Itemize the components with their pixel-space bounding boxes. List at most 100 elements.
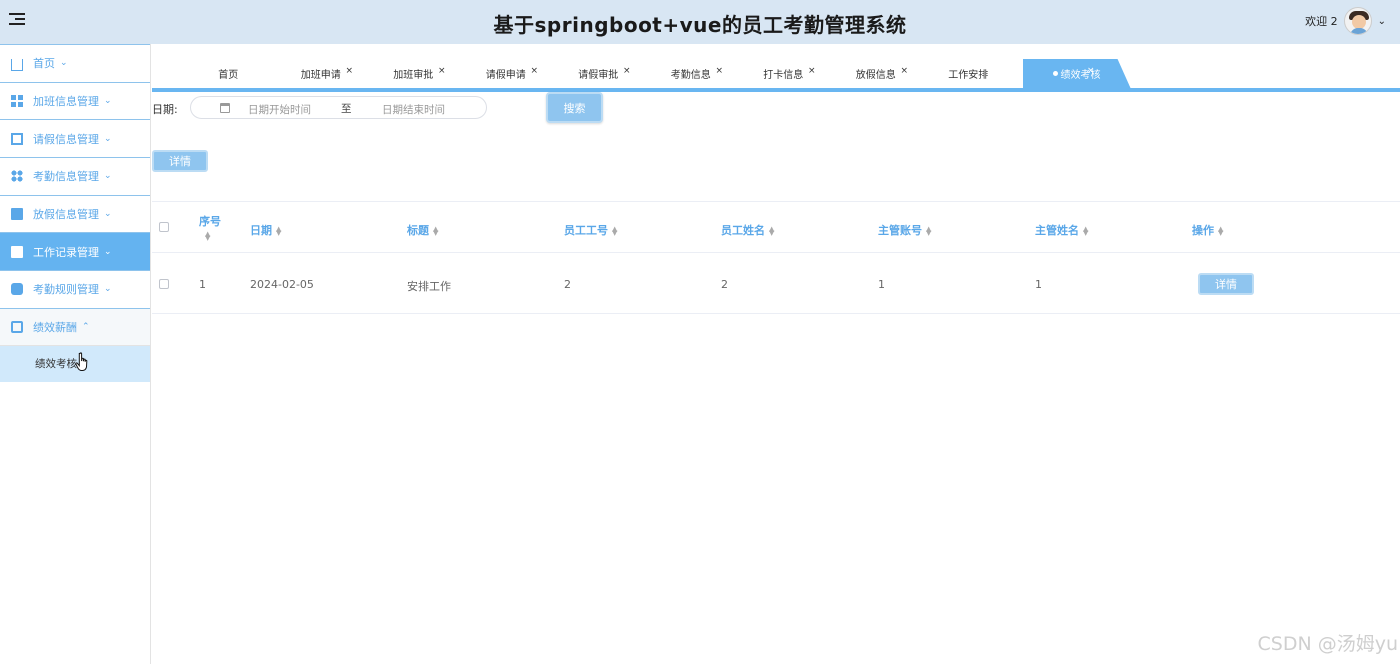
sidebar-subitem-label: 绩效考核 xyxy=(35,358,77,370)
tab-overtime-approve[interactable]: 加班审批 × xyxy=(367,59,460,88)
cell-emp-no: 2 xyxy=(564,278,571,291)
column-header-emp-name[interactable]: 员工姓名 ▲ ▼ xyxy=(721,222,774,238)
column-header-mgr-account[interactable]: 主管账号 ▲ ▼ xyxy=(878,222,931,238)
cell-mgr-account: 1 xyxy=(878,278,885,291)
badge-icon xyxy=(11,320,23,333)
tab-holiday-info[interactable]: 放假信息 × xyxy=(830,59,923,88)
column-header-emp-no[interactable]: 员工工号 ▲ ▼ xyxy=(564,222,617,238)
search-button[interactable]: 搜索 xyxy=(546,92,603,123)
row-checkbox[interactable] xyxy=(159,279,169,289)
sidebar-item-label: 绩效薪酬 xyxy=(33,320,77,334)
date-filter-label: 日期: xyxy=(152,103,178,116)
select-all-checkbox[interactable] xyxy=(159,222,169,232)
sidebar: 首页 ⌄ 加班信息管理 ⌄ 请假信息管理 ⌄ 考勤信息管理 ⌄ 放假信息管理 ⌄… xyxy=(0,44,151,664)
active-dot-icon xyxy=(1052,71,1058,76)
table-row: 1 2024-02-05 安排工作 2 2 1 1 详情 xyxy=(152,252,1400,314)
close-icon[interactable]: × xyxy=(623,66,631,76)
close-icon[interactable]: × xyxy=(1087,66,1095,76)
column-header-index[interactable]: 序号 ▲ ▼ xyxy=(199,213,221,242)
dots-icon xyxy=(11,170,23,183)
close-icon[interactable]: × xyxy=(715,66,723,76)
column-header-date[interactable]: 日期 ▲ ▼ xyxy=(250,222,281,238)
sidebar-item-label: 请假信息管理 xyxy=(33,132,99,146)
tab-label: 加班申请 xyxy=(300,70,341,81)
date-range-picker[interactable]: 日期开始时间 至 日期结束时间 xyxy=(190,96,487,119)
sidebar-item-leave[interactable]: 请假信息管理 ⌄ xyxy=(0,119,150,158)
close-icon[interactable]: × xyxy=(900,66,908,76)
cell-emp-name: 2 xyxy=(721,278,728,291)
chevron-up-icon: ⌃ xyxy=(82,321,90,332)
chevron-down-icon: ⌄ xyxy=(104,133,112,144)
sort-icon[interactable]: ▲ ▼ xyxy=(769,226,774,237)
tab-bar: 首页 加班申请 × 加班审批 × 请假申请 × 请假审批 × 考勤信息 × 打卡… xyxy=(152,59,1400,92)
sidebar-item-performance[interactable]: 绩效薪酬 ⌃ xyxy=(0,307,150,346)
hand-cursor-icon xyxy=(75,351,88,371)
tab-leave-approve[interactable]: 请假审批 × xyxy=(552,59,645,88)
row-detail-button[interactable]: 详情 xyxy=(1198,273,1254,295)
sidebar-item-label: 放假信息管理 xyxy=(33,208,99,222)
sidebar-item-work-record[interactable]: 工作记录管理 ⌄ xyxy=(0,232,150,271)
chevron-down-icon: ⌄ xyxy=(104,284,112,295)
avatar[interactable] xyxy=(1343,7,1372,35)
tab-performance-review[interactable]: 绩效考核 × xyxy=(1022,59,1131,88)
user-menu[interactable]: 欢迎 2 ⌄ xyxy=(1305,5,1386,37)
sort-icon[interactable]: ▲ ▼ xyxy=(926,226,931,237)
close-icon[interactable]: × xyxy=(438,66,446,76)
chevron-down-icon[interactable]: ⌄ xyxy=(1378,16,1386,27)
tab-leave-apply[interactable]: 请假申请 × xyxy=(460,59,553,88)
tab-underline xyxy=(152,88,1400,92)
close-icon[interactable]: × xyxy=(808,66,816,76)
tab-label: 首页 xyxy=(218,70,239,81)
tab-attendance-info[interactable]: 考勤信息 × xyxy=(645,59,738,88)
sidebar-item-label: 考勤规则管理 xyxy=(33,283,99,297)
column-header-action[interactable]: 操作 ▲ ▼ xyxy=(1192,222,1223,238)
sort-icon[interactable]: ▲ ▼ xyxy=(1218,226,1223,237)
sidebar-item-home[interactable]: 首页 ⌄ xyxy=(0,44,150,82)
sidebar-item-label: 首页 xyxy=(33,57,55,71)
sort-icon[interactable]: ▲ ▼ xyxy=(205,231,210,242)
watermark: CSDN @汤姆yu xyxy=(1257,633,1399,655)
sidebar-item-attendance[interactable]: 考勤信息管理 ⌄ xyxy=(0,157,150,195)
tab-label: 绩效考核 xyxy=(1060,70,1101,81)
welcome-text: 欢迎 2 xyxy=(1305,15,1338,28)
column-header-mgr-name[interactable]: 主管姓名 ▲ ▼ xyxy=(1035,222,1088,238)
tab-clock-info[interactable]: 打卡信息 × xyxy=(737,59,830,88)
sidebar-item-label: 加班信息管理 xyxy=(33,95,99,109)
app-title: 基于springboot+vue的员工考勤管理系统 xyxy=(493,13,907,37)
chevron-down-icon: ⌄ xyxy=(104,96,112,107)
sidebar-item-holiday[interactable]: 放假信息管理 ⌄ xyxy=(0,194,150,233)
sidebar-item-label: 工作记录管理 xyxy=(33,245,99,259)
tab-overtime-apply[interactable]: 加班申请 × xyxy=(275,59,368,88)
top-header: 基于springboot+vue的员工考勤管理系统 欢迎 2 ⌄ xyxy=(0,0,1400,44)
tab-list: 首页 加班申请 × 加班审批 × 请假申请 × 请假审批 × 考勤信息 × 打卡… xyxy=(182,59,1131,88)
tab-label: 打卡信息 xyxy=(763,70,804,81)
card-icon xyxy=(11,132,23,145)
end-date-input[interactable]: 日期结束时间 xyxy=(382,102,445,117)
tab-label: 放假信息 xyxy=(855,70,896,81)
tab-home[interactable]: 首页 xyxy=(182,59,275,88)
rect-icon xyxy=(11,208,23,221)
close-icon[interactable]: × xyxy=(530,66,538,76)
chevron-down-icon: ⌄ xyxy=(104,171,112,182)
data-table: 序号 ▲ ▼ 日期 ▲ ▼ 标题 ▲ ▼ 员工工号 ▲ ▼ 员工姓名 ▲ ▼ 主管账号 ▲ ▼ 主管姓… xyxy=(152,201,1400,314)
column-header-title[interactable]: 标题 ▲ ▼ xyxy=(407,222,438,238)
calendar-icon xyxy=(220,103,230,113)
tab-label: 考勤信息 xyxy=(670,70,711,81)
sidebar-item-attendance-rules[interactable]: 考勤规则管理 ⌄ xyxy=(0,270,150,308)
range-separator: 至 xyxy=(341,103,352,115)
tab-label: 工作安排 xyxy=(948,70,989,81)
start-date-input[interactable]: 日期开始时间 xyxy=(248,102,311,117)
sidebar-item-label: 考勤信息管理 xyxy=(33,170,99,184)
sidebar-item-overtime[interactable]: 加班信息管理 ⌄ xyxy=(0,81,150,120)
sort-icon[interactable]: ▲ ▼ xyxy=(612,226,617,237)
sidebar-subitem-performance-review[interactable]: 绩效考核 xyxy=(0,345,150,382)
home-icon xyxy=(11,59,23,72)
sort-icon[interactable]: ▲ ▼ xyxy=(276,226,281,237)
sort-icon[interactable]: ▲ ▼ xyxy=(433,226,438,237)
close-icon[interactable]: × xyxy=(345,66,353,76)
grid-icon xyxy=(11,95,23,108)
detail-button[interactable]: 详情 xyxy=(152,150,208,172)
tab-work-arrangement[interactable]: 工作安排 xyxy=(922,59,1015,88)
sort-icon[interactable]: ▲ ▼ xyxy=(1083,226,1088,237)
chevron-down-icon: ⌄ xyxy=(104,246,112,257)
